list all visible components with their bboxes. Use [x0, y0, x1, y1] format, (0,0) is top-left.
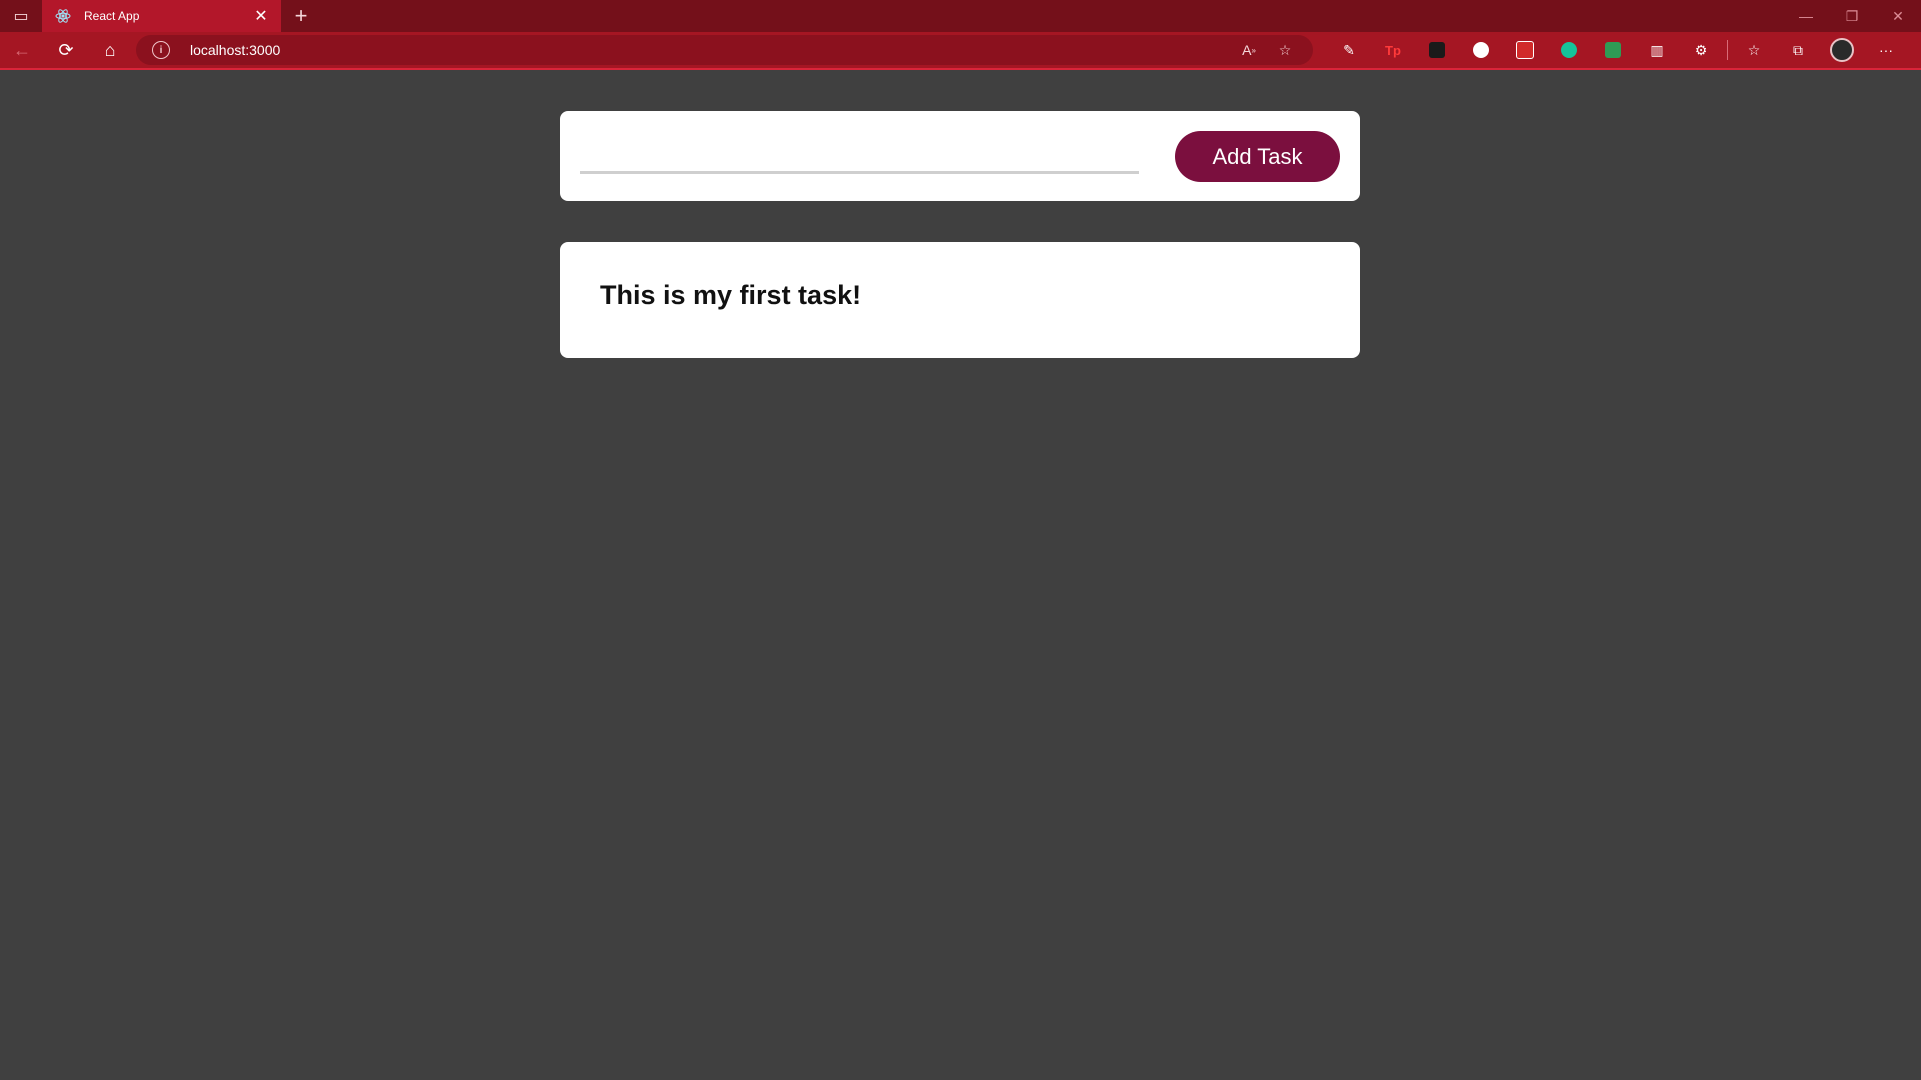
restore-icon[interactable]: ❐ — [1829, 0, 1875, 32]
info-icon[interactable]: i — [152, 41, 170, 59]
close-window-icon[interactable]: ✕ — [1875, 0, 1921, 32]
favorites-icon[interactable]: ☆ — [1732, 31, 1776, 69]
minimize-icon[interactable]: — — [1783, 0, 1829, 32]
add-favorite-icon[interactable]: ☆ — [1267, 36, 1303, 64]
close-tab-icon[interactable]: ✕ — [251, 6, 271, 26]
profile-avatar[interactable] — [1820, 31, 1864, 69]
flag-icon[interactable] — [1591, 31, 1635, 69]
tp-icon[interactable]: Tp — [1371, 31, 1415, 69]
url-text[interactable]: localhost:3000 — [190, 42, 1231, 58]
browser-title-bar: ▭ React App ✕ + — ❐ ✕ — [0, 0, 1921, 32]
browser-tab[interactable]: React App ✕ — [42, 0, 281, 32]
puzzle-red-icon[interactable] — [1503, 31, 1547, 69]
task-form: Add Task — [560, 111, 1360, 201]
tab-actions-icon[interactable]: ▭ — [0, 0, 42, 32]
collections-icon[interactable]: ⧉ — [1776, 31, 1820, 69]
react-icon — [54, 7, 72, 25]
chart-icon[interactable]: ▥ — [1635, 31, 1679, 69]
refresh-icon[interactable]: ⟳ — [44, 31, 88, 69]
back-icon[interactable]: ← — [0, 31, 44, 69]
grammarly-icon[interactable] — [1547, 31, 1591, 69]
task-text: This is my first task! — [600, 280, 862, 310]
circle-icon[interactable] — [1459, 31, 1503, 69]
tab-strip: ▭ React App ✕ + — [0, 0, 1921, 32]
tab-title: React App — [84, 9, 140, 23]
address-bar[interactable]: i localhost:3000 A» ☆ — [136, 35, 1313, 65]
pen-icon[interactable]: ✎ — [1327, 31, 1371, 69]
browser-toolbar: ← ⟳ ⌂ i localhost:3000 A» ☆ ✎ Tp ▥ ⚙ ☆ ⧉… — [0, 32, 1921, 70]
add-task-button[interactable]: Add Task — [1175, 131, 1340, 182]
home-icon[interactable]: ⌂ — [88, 31, 132, 69]
extensions-bar: ✎ Tp ▥ ⚙ ☆ ⧉ ··· — [1327, 31, 1908, 69]
task-item: This is my first task! — [560, 242, 1360, 358]
window-controls: — ❐ ✕ — [1783, 0, 1921, 32]
more-icon[interactable]: ··· — [1864, 31, 1908, 69]
task-input[interactable] — [580, 139, 1139, 174]
hat-icon[interactable] — [1415, 31, 1459, 69]
page-content: Add Task This is my first task! — [0, 70, 1921, 1080]
extensions-icon[interactable]: ⚙ — [1679, 31, 1723, 69]
new-tab-icon[interactable]: + — [281, 0, 321, 32]
read-aloud-icon[interactable]: A» — [1231, 36, 1267, 64]
toolbar-divider — [1727, 40, 1728, 60]
